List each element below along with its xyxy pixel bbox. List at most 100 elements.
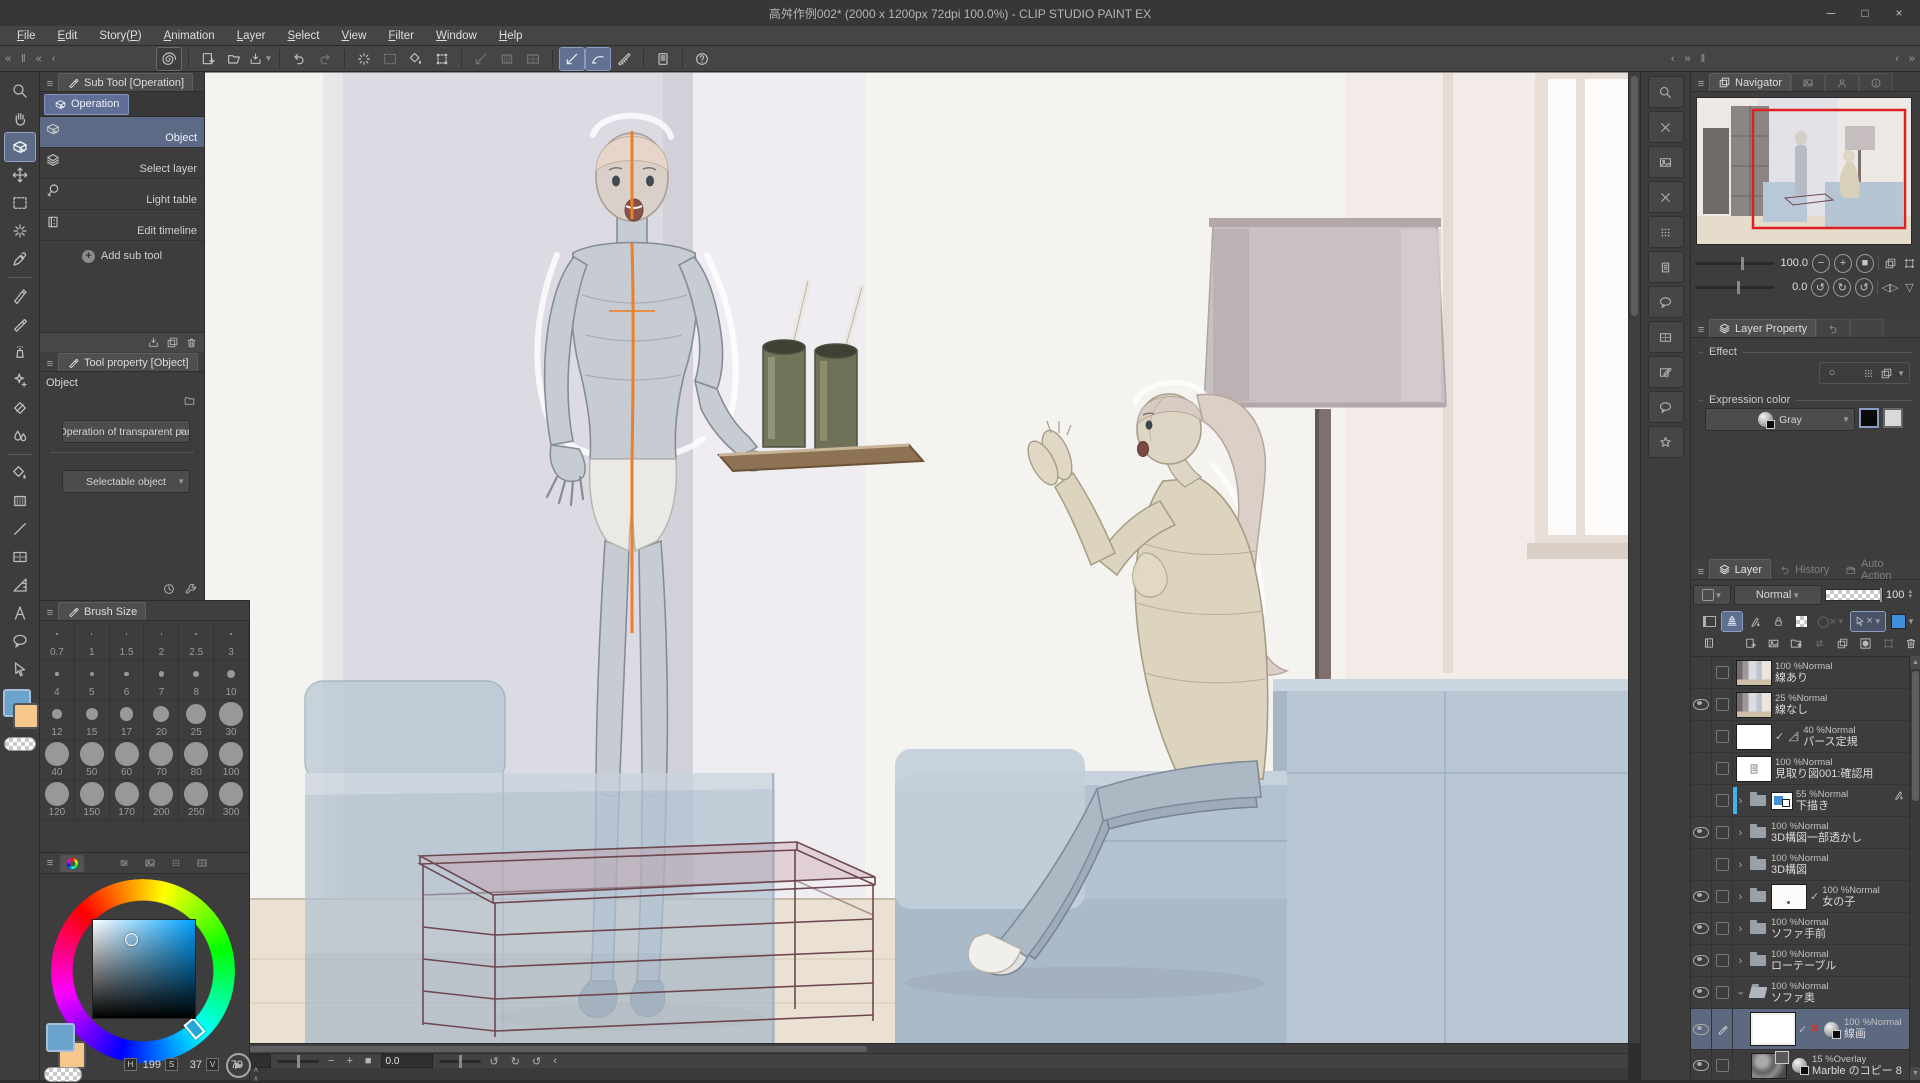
information-tab[interactable] <box>1859 73 1894 91</box>
selection-area-tool[interactable] <box>5 189 35 217</box>
scroll-up-icon[interactable]: ▲ <box>1910 656 1920 669</box>
canvas-vertical-scrollbar[interactable] <box>1628 72 1640 1043</box>
expand-right-dock-icon[interactable]: » <box>1904 53 1920 65</box>
expand-icon[interactable]: › <box>1736 955 1745 967</box>
actual-size-button[interactable]: ■ <box>1856 253 1874 273</box>
scroll-down-icon[interactable]: ▼ <box>1910 1067 1920 1080</box>
layer-row-9[interactable]: › 100 %Normal ローテーブル <box>1691 945 1909 977</box>
panel-menu-icon[interactable]: ≡ <box>42 356 58 371</box>
new-vector-layer-icon[interactable] <box>1763 634 1783 653</box>
brush-size-60[interactable]: 60 <box>109 741 145 781</box>
canvas-artwork[interactable] <box>205 73 1628 1043</box>
navigator-rotate-slider[interactable] <box>1695 280 1774 294</box>
transparent-color-swatch[interactable] <box>3 737 36 751</box>
reference-tab[interactable] <box>1825 73 1860 91</box>
tool-property-tab[interactable]: Tool property [Object] <box>58 353 198 371</box>
expand-icon[interactable]: › <box>1736 891 1745 903</box>
brush-size-overflow[interactable] <box>214 821 249 833</box>
navigator-tab[interactable]: Navigator <box>1709 73 1792 91</box>
help-button[interactable] <box>690 48 714 70</box>
layer-color-effect-icon[interactable] <box>1878 365 1894 381</box>
layer-checkbox[interactable] <box>1715 890 1729 903</box>
layer-list-scrollbar[interactable]: ▲ ▼ <box>1909 656 1920 1080</box>
brush-size-overflow[interactable] <box>110 821 145 833</box>
expand-icon[interactable]: › <box>1735 988 1747 997</box>
check-icon[interactable]: ✓ <box>1798 1023 1807 1036</box>
lock-layer-icon[interactable] <box>1768 612 1788 631</box>
lock-transparent-icon[interactable] <box>1791 612 1811 631</box>
scale-rotate-button[interactable] <box>430 48 454 70</box>
layer-checkbox[interactable] <box>1715 666 1729 679</box>
selection-mode-2-button[interactable] <box>495 48 519 70</box>
canvas-viewport[interactable] <box>205 72 1628 1043</box>
duplicate-layer-icon[interactable] <box>1832 634 1852 653</box>
layer-visible-icon[interactable] <box>1693 1060 1709 1071</box>
expand-icon[interactable]: › <box>1736 827 1745 839</box>
color-wheel-tab[interactable] <box>60 854 84 872</box>
layer-row-3[interactable]: 100 %Normal 見取り図001:確認用 <box>1691 753 1909 785</box>
expand-material-icon[interactable]: » <box>1680 53 1696 65</box>
layer-visible-icon[interactable] <box>1693 987 1709 998</box>
apply-mask-icon[interactable] <box>1878 634 1898 653</box>
brush-size-7[interactable]: 7 <box>144 661 180 701</box>
layer-row-1[interactable]: 25 %Normal 線なし <box>1691 689 1909 721</box>
auto-select-tool[interactable] <box>5 217 35 245</box>
subtool-item-edit-timeline[interactable]: Edit timeline <box>40 210 204 241</box>
check-icon[interactable]: ✓ <box>1775 730 1784 743</box>
layer-row-0[interactable]: 100 %Normal 線あり <box>1691 657 1909 689</box>
fit-to-width-icon[interactable] <box>1902 255 1917 271</box>
subview-tab[interactable] <box>1791 73 1826 91</box>
text-tool[interactable] <box>5 599 35 627</box>
blend-mode-dropdown[interactable]: Normal ▼ <box>1734 585 1822 605</box>
border-effect-2-icon[interactable] <box>1842 365 1858 381</box>
brush-size-1[interactable]: 1 <box>74 621 110 661</box>
light-table-icon[interactable] <box>1721 610 1743 632</box>
dock-handle-icon[interactable]: ‖ <box>16 53 31 65</box>
brush-size-80[interactable]: 80 <box>179 741 215 781</box>
brush-size-20[interactable]: 20 <box>144 701 180 741</box>
menu-item-edit[interactable]: Edit <box>47 26 89 46</box>
figure-tool[interactable] <box>5 515 35 543</box>
material-pattern-1-icon[interactable] <box>1647 111 1684 143</box>
minimize-button[interactable]: ─ <box>1814 0 1848 26</box>
eraser-tool[interactable] <box>5 394 35 422</box>
flip-vertical-icon[interactable]: ▽ <box>1902 279 1917 295</box>
brush-size-1.5[interactable]: 1.5 <box>109 621 145 661</box>
rotate-ccw-button[interactable]: ↺ <box>487 1055 502 1068</box>
menu-item-window[interactable]: Window <box>425 26 488 46</box>
brush-size-tab[interactable]: Brush Size <box>58 602 147 620</box>
menu-item-file[interactable]: File <box>6 26 47 46</box>
eyedropper-tool[interactable] <box>5 245 35 273</box>
saturation-value-box[interactable] <box>92 919 196 1019</box>
brush-size-overflow[interactable] <box>40 821 75 833</box>
zoom-out-button[interactable]: − <box>1812 253 1831 273</box>
canvas-zoom-slider[interactable] <box>277 1054 319 1068</box>
color-history-tab[interactable] <box>190 855 214 872</box>
snap-to-special-ruler-button[interactable] <box>585 46 612 71</box>
tab-history[interactable]: History <box>1771 560 1837 579</box>
balloon-tool[interactable] <box>5 627 35 655</box>
search-layer-tab[interactable] <box>1850 319 1885 337</box>
subtool-detail-icon[interactable] <box>184 582 198 596</box>
fill-tool[interactable] <box>5 459 35 487</box>
layer-checkbox[interactable] <box>1715 698 1729 711</box>
zoom-tool[interactable] <box>5 77 35 105</box>
main-color-swatch[interactable] <box>46 1023 75 1052</box>
subtool-item-select-layer[interactable]: Select layer <box>40 148 204 179</box>
animation-tab[interactable] <box>1816 319 1851 337</box>
delete-layer-icon[interactable] <box>1901 634 1920 653</box>
panel-menu-icon[interactable]: ≡ <box>1693 76 1709 91</box>
layer-property-tab[interactable]: Layer Property <box>1709 319 1817 337</box>
tone-effect-icon[interactable] <box>1860 365 1876 381</box>
brush-size-overflow[interactable] <box>75 821 110 833</box>
subtool-group-tab-operation[interactable]: Operation <box>44 93 130 115</box>
check-icon[interactable]: ✓ <box>1810 890 1819 903</box>
layer-row-5[interactable]: › 100 %Normal 3D構図一部透かし <box>1691 817 1909 849</box>
new-folder-icon[interactable] <box>1786 634 1806 653</box>
brush-size-overflow[interactable] <box>179 821 214 833</box>
expand-icon[interactable]: › <box>1736 859 1745 871</box>
deselect-button[interactable] <box>352 48 376 70</box>
show-history-icon[interactable] <box>162 582 176 596</box>
material-3d-icon[interactable] <box>1647 251 1684 283</box>
brush-size-4[interactable]: 4 <box>40 661 75 701</box>
